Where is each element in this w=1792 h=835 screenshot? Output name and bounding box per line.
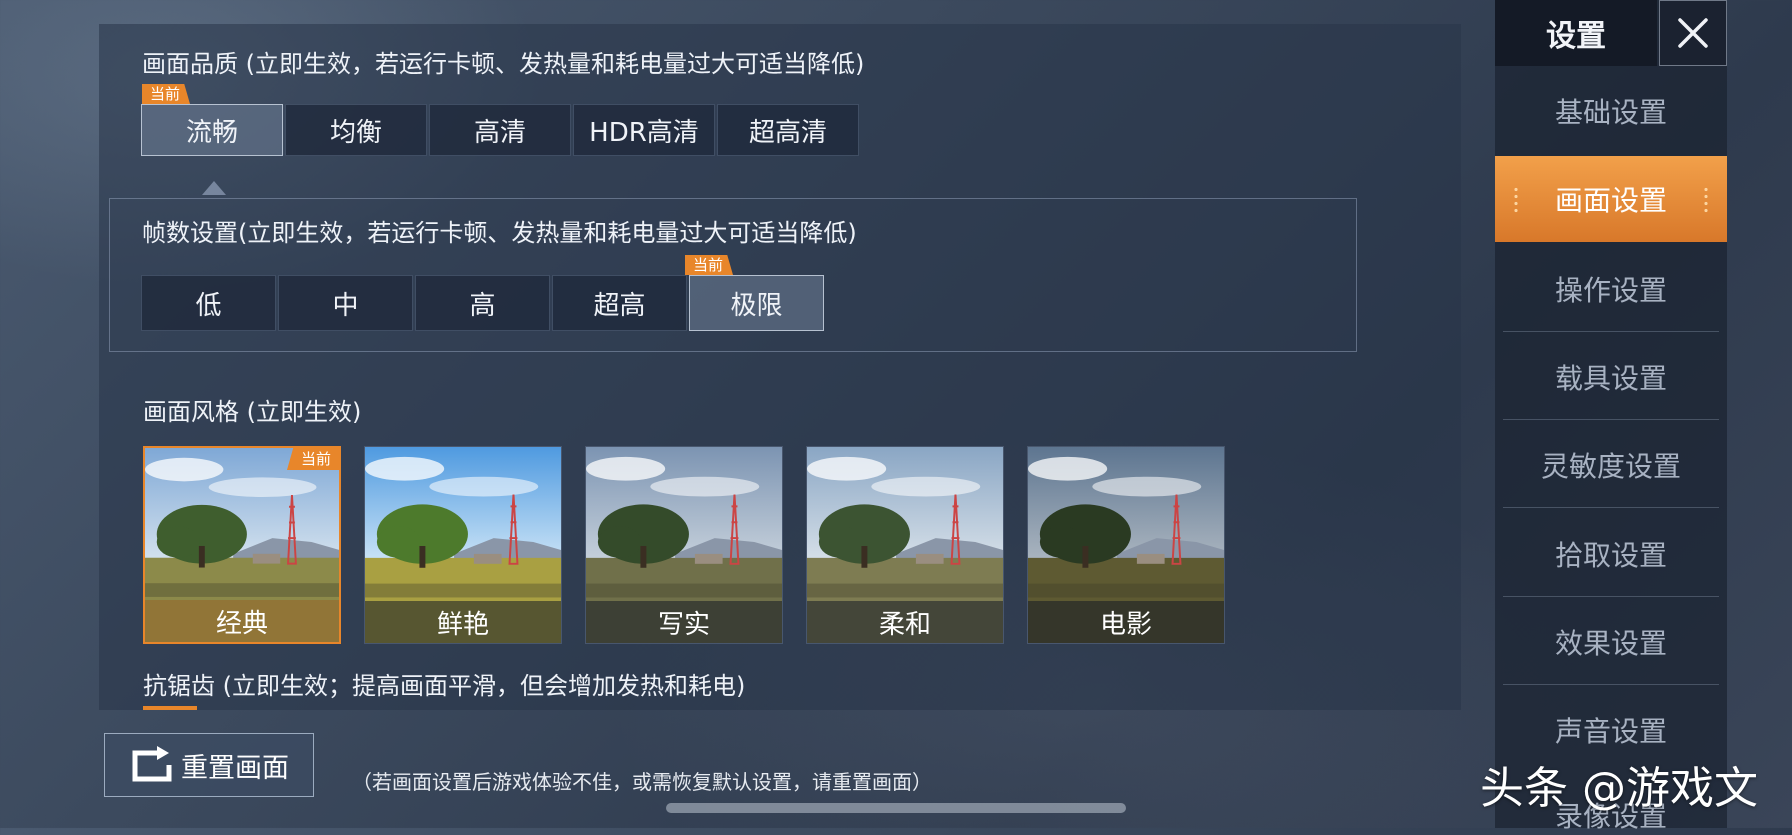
sidebar-item-effects[interactable]: 效果设置 <box>1495 599 1727 685</box>
divider <box>1503 419 1719 420</box>
fps-section: 帧数设置(立即生效，若运行卡顿、发热量和耗电量过大可适当降低) 当前 低 中 高… <box>109 198 1357 352</box>
quality-current-badge: 当前 <box>142 84 191 104</box>
sidebar-item-pickup[interactable]: 拾取设置 <box>1495 511 1727 597</box>
sidebar-item-label: 载具设置 <box>1554 362 1667 395</box>
sidebar-item-label: 拾取设置 <box>1554 539 1667 572</box>
style-current-badge: 当前 <box>286 448 339 470</box>
divider <box>1503 331 1719 332</box>
style-card-label: 写实 <box>586 601 782 643</box>
sidebar-item-controls[interactable]: 操作设置 <box>1495 246 1727 332</box>
sidebar-item-basic[interactable]: 基础设置 <box>1495 68 1727 154</box>
fps-title: 帧数设置(立即生效，若运行卡顿、发热量和耗电量过大可适当降低) <box>142 219 857 247</box>
reset-hint-text: （若画面设置后游戏体验不佳，或需恢复默认设置，请重置画面） <box>352 770 932 794</box>
style-card-vivid[interactable]: 鲜艳 <box>364 446 562 644</box>
reset-graphics-button[interactable]: 重置画面 <box>104 733 314 797</box>
sidebar-item-vehicle[interactable]: 载具设置 <box>1495 334 1727 420</box>
pointer-arrow <box>202 181 226 195</box>
sidebar-item-label: 画面设置 <box>1554 184 1667 217</box>
fps-option-medium[interactable]: 中 <box>278 275 413 331</box>
style-card-label: 电影 <box>1028 601 1224 643</box>
settings-panel: 画面品质 (立即生效，若运行卡顿、发热量和耗电量过大可适当降低) 当前 流畅 均… <box>99 24 1461 710</box>
quality-option-balanced[interactable]: 均衡 <box>285 104 427 156</box>
style-card-classic[interactable]: 当前 经典 <box>143 446 341 644</box>
style-title: 画面风格 (立即生效) <box>143 398 362 426</box>
home-indicator[interactable] <box>666 803 1126 813</box>
fps-option-high[interactable]: 高 <box>415 275 550 331</box>
divider <box>1503 684 1719 685</box>
style-card-label: 经典 <box>145 600 339 642</box>
close-icon <box>1676 16 1710 50</box>
style-card-cinematic[interactable]: 电影 <box>1027 446 1225 644</box>
sidebar-item-label: 操作设置 <box>1554 274 1667 307</box>
sidebar-item-sensitivity[interactable]: 灵敏度设置 <box>1495 422 1727 508</box>
quality-title: 画面品质 (立即生效，若运行卡顿、发热量和耗电量过大可适当降低) <box>142 50 865 78</box>
style-card-realistic[interactable]: 写实 <box>585 446 783 644</box>
sidebar-item-label: 效果设置 <box>1554 627 1667 660</box>
fps-option-extreme[interactable]: 极限 <box>689 275 824 331</box>
grip-icon <box>1513 186 1519 214</box>
divider <box>1503 596 1719 597</box>
divider <box>1503 507 1719 508</box>
style-card-label: 鲜艳 <box>365 601 561 643</box>
fps-option-low[interactable]: 低 <box>141 275 276 331</box>
style-card-soft[interactable]: 柔和 <box>806 446 1004 644</box>
reset-graphics-label: 重置画面 <box>181 752 289 784</box>
antialias-title: 抗锯齿 (立即生效；提高画面平滑，但会增加发热和耗电) <box>143 672 746 700</box>
reset-icon <box>129 745 175 785</box>
settings-sidebar: 设置 基础设置 画面设置 操作设置 载具设置 灵敏度设置 拾取设置 效果设置 声… <box>1495 0 1727 833</box>
style-card-label: 柔和 <box>807 601 1003 643</box>
style-card-group: 当前 经典 鲜艳 写实 柔和 电影 <box>143 446 1248 644</box>
sidebar-item-label: 基础设置 <box>1554 96 1667 129</box>
fps-option-ultra[interactable]: 超高 <box>552 275 687 331</box>
close-button[interactable] <box>1659 0 1727 66</box>
quality-option-hdr-hd[interactable]: HDR高清 <box>573 104 715 156</box>
fps-current-badge: 当前 <box>685 255 734 275</box>
fps-segment-group: 低 中 高 超高 极限 <box>141 275 826 331</box>
quality-option-ultra-hd[interactable]: 超高清 <box>717 104 859 156</box>
watermark: 头条 @游戏文 <box>1480 763 1758 814</box>
quality-segment-group: 流畅 均衡 高清 HDR高清 超高清 <box>141 104 861 156</box>
quality-option-smooth[interactable]: 流畅 <box>141 104 283 156</box>
quality-option-hd[interactable]: 高清 <box>429 104 571 156</box>
sidebar-item-graphics[interactable]: 画面设置 <box>1495 156 1727 242</box>
sidebar-item-label: 灵敏度设置 <box>1540 450 1681 483</box>
sidebar-item-label: 声音设置 <box>1554 715 1667 748</box>
sidebar-title: 设置 <box>1495 0 1657 66</box>
antialias-current-badge <box>143 706 197 710</box>
grip-icon <box>1703 186 1709 214</box>
